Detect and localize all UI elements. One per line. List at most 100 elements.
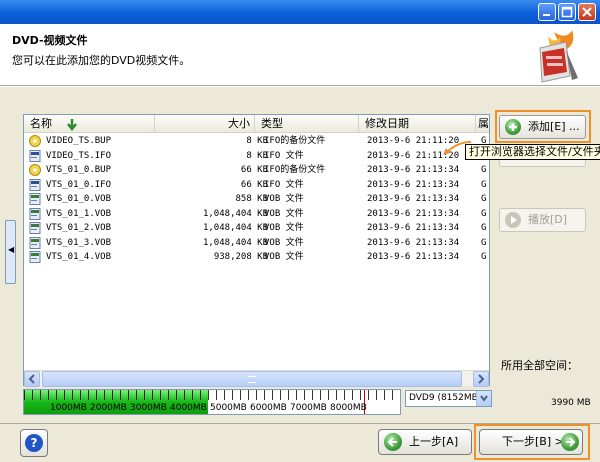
disc-icon: [29, 164, 42, 176]
file-name-cell: VTS_01_0.VOB: [46, 194, 112, 204]
file-date-cell: 2013-9-6 21:13:34: [367, 165, 460, 175]
vob-file-icon: [29, 236, 42, 249]
column-header-size[interactable]: 大小: [155, 115, 255, 133]
scrollbar-thumb[interactable]: [42, 371, 462, 387]
next-button[interactable]: 下一步[B] >: [479, 429, 583, 455]
help-button[interactable]: ?: [20, 429, 48, 457]
file-size-cell: 938,208 KB: [213, 252, 268, 262]
total-space-label: 所用全部空间：: [501, 359, 578, 372]
file-name-cell: VTS_01_0.BUP: [46, 165, 112, 175]
vob-file-icon: [29, 207, 42, 220]
file-attr-cell: G: [481, 208, 487, 219]
capacity-label: 7000MB: [290, 403, 327, 413]
file-type-cell: VOB 文件: [264, 237, 304, 248]
wizard-header: DVD-视频文件 您可以在此添加您的DVD视频文件。: [0, 24, 600, 86]
maximize-icon: [561, 6, 573, 18]
file-size-cell: 1,048,404 KB: [202, 208, 268, 219]
file-type-cell: VOB 文件: [264, 194, 304, 204]
file-date-cell: 2013-9-6 21:13:34: [367, 179, 460, 190]
arrow-left-icon: [384, 433, 402, 451]
close-icon: [582, 7, 592, 17]
scroll-left-button[interactable]: [24, 371, 40, 387]
file-list-header: 名称 大小 类型 修改日期 属: [24, 115, 489, 133]
minimize-button[interactable]: [538, 3, 556, 21]
scrollbar-grip: [248, 376, 256, 383]
column-header-name[interactable]: 名称: [24, 115, 155, 133]
window-titlebar: [0, 0, 600, 24]
file-size-cell: 8 KB: [246, 150, 268, 161]
file-type-cell: IFO的备份文件: [264, 165, 326, 175]
horizontal-scrollbar[interactable]: [24, 370, 489, 387]
table-row[interactable]: VTS_01_1.VOB 1,048,404 KB VOB 文件 2013-9-6 2…: [24, 207, 489, 222]
file-attr-cell: G: [481, 237, 487, 248]
file-attr-cell: G: [481, 165, 487, 175]
capacity-label: 6000MB: [250, 403, 287, 413]
back-button[interactable]: 上一步[A]: [378, 429, 472, 455]
capacity-label: 8000MB: [330, 403, 367, 413]
capacity-ticks: [24, 390, 400, 400]
scroll-right-button[interactable]: [473, 371, 489, 387]
ifo-file-icon: [29, 149, 42, 162]
side-panel-toggle[interactable]: ◀: [5, 220, 16, 284]
file-name-cell: VTS_01_1.VOB: [46, 208, 112, 219]
add-file-button[interactable]: 添加[E] ...: [499, 115, 586, 139]
plus-icon: [505, 119, 521, 135]
dropdown-button[interactable]: [476, 391, 491, 406]
add-button-tooltip: 打开浏览器选择文件/文件夹: [465, 144, 600, 160]
file-size-cell: 1,048,404 KB: [202, 237, 268, 248]
vob-file-icon: [29, 193, 42, 205]
add-file-label: 添加[E] ...: [528, 120, 580, 133]
file-date-cell: 2013-9-6 21:13:34: [367, 223, 460, 233]
disc-type-value: DVD9 (8152MB): [409, 393, 482, 403]
file-size-cell: 858 KB: [235, 194, 268, 204]
table-row[interactable]: VTS_01_0.IFO 66 KB IFO 文件 2013-9-6 21:13:34…: [24, 178, 489, 193]
chevron-down-icon: [480, 395, 488, 402]
file-name-cell: VTS_01_3.VOB: [46, 237, 112, 248]
table-row[interactable]: VIDEO_TS.BUP 8 KB IFO的备份文件 2013-9-6 21:11:2…: [24, 134, 489, 149]
file-attr-cell: G: [481, 194, 487, 204]
file-name-cell: VTS_01_0.IFO: [46, 179, 112, 190]
capacity-labels: 1000MB 2000MB 3000MB 4000MB 5000MB 6000MB 7000…: [24, 402, 400, 414]
capacity-label: 3000MB: [130, 403, 167, 413]
table-row[interactable]: VTS_01_4.VOB 938,208 KB VOB 文件 2013-9-6 21:…: [24, 250, 489, 265]
file-name-cell: VTS_01_2.VOB: [46, 223, 112, 233]
file-date-cell: 2013-9-6 21:13:34: [367, 194, 460, 204]
table-row[interactable]: VTS_01_3.VOB 1,048,404 KB VOB 文件 2013-9-6 2…: [24, 236, 489, 251]
play-button[interactable]: 播放[D]: [499, 208, 586, 232]
chevron-right-icon: [478, 374, 485, 384]
column-header-type[interactable]: 类型: [255, 115, 359, 133]
column-header-attr[interactable]: 属: [476, 115, 490, 133]
table-row[interactable]: VTS_01_2.VOB 1,048,404 KB VOB 文件 2013-9-6 2…: [24, 221, 489, 236]
file-attr-cell: G: [481, 223, 487, 233]
file-name-cell: VTS_01_4.VOB: [46, 252, 112, 262]
capacity-label: 2000MB: [90, 403, 127, 413]
ifo-file-icon: [29, 178, 42, 191]
file-date-cell: 2013-9-6 21:13:34: [367, 252, 460, 262]
table-row[interactable]: VTS_01_0.BUP 66 KB IFO的备份文件 2013-9-6 21:13:…: [24, 163, 489, 178]
minimize-icon: [543, 14, 550, 16]
page-title: DVD-视频文件: [12, 34, 88, 47]
page-subtitle: 您可以在此添加您的DVD视频文件。: [12, 54, 191, 67]
sort-arrow-icon: [67, 119, 77, 131]
play-label: 播放[D]: [528, 213, 568, 226]
column-header-name-label: 名称: [30, 117, 52, 130]
vob-file-icon: [29, 222, 42, 234]
table-row[interactable]: VIDEO_TS.IFO8 KBIFO 文件2013-9-6 21:11:20G: [24, 149, 489, 164]
arrow-right-icon: [561, 433, 579, 451]
file-size-cell: 8 KB: [246, 136, 268, 146]
file-attr-cell: G: [481, 252, 487, 262]
file-type-cell: IFO 文件: [264, 179, 304, 190]
file-date-cell: 2013-9-6 21:13:34: [367, 237, 460, 248]
help-icon: ?: [25, 434, 43, 452]
file-rows: VIDEO_TS.BUP 8 KB IFO的备份文件 2013-9-6 21:11:2…: [24, 134, 489, 265]
column-header-date[interactable]: 修改日期: [359, 115, 476, 133]
close-button[interactable]: [578, 3, 596, 21]
disc-type-select[interactable]: DVD9 (8152MB): [405, 390, 492, 407]
maximize-button[interactable]: [558, 3, 576, 21]
file-type-cell: VOB 文件: [264, 252, 304, 262]
table-row[interactable]: VTS_01_0.VOB 858 KB VOB 文件 2013-9-6 21:13:3…: [24, 192, 489, 207]
file-type-cell: VOB 文件: [264, 208, 304, 219]
file-name-cell: VIDEO_TS.IFO: [46, 150, 112, 161]
disc-capacity-bar: 1000MB 2000MB 3000MB 4000MB 5000MB 6000MB 7000…: [23, 389, 401, 415]
file-list[interactable]: 名称 大小 类型 修改日期 属 VIDEO_TS.BUP 8 KB IFO的备份文件…: [23, 114, 490, 387]
